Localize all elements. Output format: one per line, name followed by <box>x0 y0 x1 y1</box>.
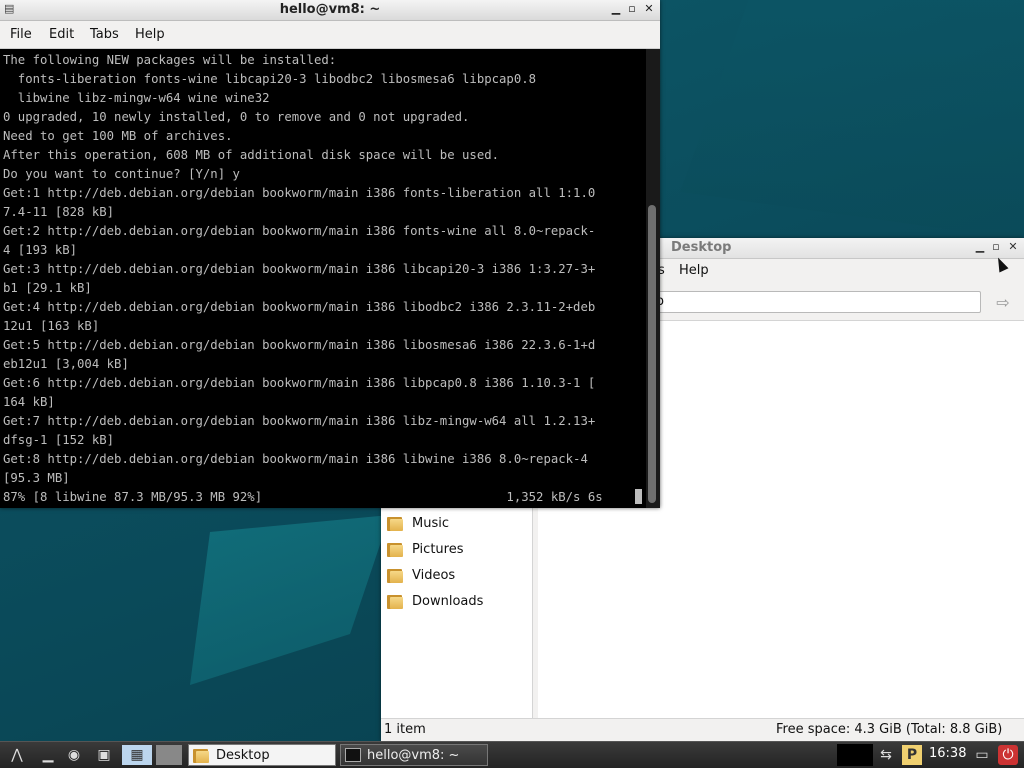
start-menu-icon[interactable]: ⋀ <box>4 745 30 765</box>
scrollbar-thumb[interactable] <box>648 205 656 503</box>
browser-icon[interactable]: ◉ <box>64 745 84 765</box>
terminal-line: Get:1 http://deb.debian.org/debian bookw… <box>3 186 596 200</box>
menu-help[interactable]: Help <box>679 263 709 278</box>
status-item-count: 1 item <box>384 722 426 737</box>
terminal-cursor <box>635 489 642 504</box>
terminal-line: Need to get 100 MB of archives. <box>3 129 233 143</box>
terminal-line: Get:3 http://deb.debian.org/debian bookw… <box>3 262 596 276</box>
minimize-icon[interactable]: ▁ <box>973 240 987 254</box>
menu-edit[interactable]: Edit <box>49 27 74 42</box>
folder-icon <box>387 541 404 557</box>
terminal-output[interactable]: The following NEW packages will be insta… <box>0 49 646 508</box>
terminal-titlebar[interactable]: ▤ hello@vm8: ~ ▁ ▫ ✕ <box>0 0 660 21</box>
menu-tabs[interactable]: Tabs <box>90 27 119 42</box>
sidebar-item-label: Videos <box>412 567 456 583</box>
sidebar-item-downloads[interactable]: Downloads <box>387 590 483 612</box>
tray-area <box>837 744 873 766</box>
close-icon[interactable]: ✕ <box>1006 240 1020 254</box>
terminal-window: ▤ hello@vm8: ~ ▁ ▫ ✕ File Edit Tabs Help… <box>0 0 660 508</box>
terminal-line: 87% [8 libwine 87.3 MB/95.3 MB 92%] 1,35… <box>3 490 603 504</box>
folder-icon <box>193 747 210 763</box>
folder-icon <box>387 567 404 583</box>
task-desktop[interactable]: Desktop <box>188 744 336 766</box>
task-label: hello@vm8: ~ <box>367 747 460 763</box>
task-label: Desktop <box>216 747 270 763</box>
menu-help[interactable]: Help <box>135 27 165 42</box>
terminal-line: 12u1 [163 kB] <box>3 319 100 333</box>
terminal-line: [95.3 MB] <box>3 471 70 485</box>
terminal-line: Get:4 http://deb.debian.org/debian bookw… <box>3 300 596 314</box>
package-updater-icon[interactable]: P <box>902 745 922 765</box>
terminal-line: Get:2 http://deb.debian.org/debian bookw… <box>3 224 596 238</box>
workspace-icon[interactable] <box>156 745 182 765</box>
status-bar: 1 item Free space: 4.3 GiB (Total: 8.8 G… <box>381 718 1024 742</box>
sidebar-item-videos[interactable]: Videos <box>387 564 455 586</box>
terminal-line: eb12u1 [3,004 kB] <box>3 357 129 371</box>
sidebar-item-label: Downloads <box>412 593 484 609</box>
terminal-line: Get:7 http://deb.debian.org/debian bookw… <box>3 414 596 428</box>
file-manager-icon[interactable]: ▣ <box>94 745 114 765</box>
sidebar-item-label: Pictures <box>412 541 464 557</box>
terminal-line: 164 kB] <box>3 395 55 409</box>
taskbar: ⋀ ▁ ◉ ▣ ▦ Desktop hello@vm8: ~ ⇆ P 16:38… <box>0 741 1024 768</box>
terminal-line: fonts-liberation fonts-wine libcapi20-3 … <box>3 72 537 86</box>
terminal-line: Get:6 http://deb.debian.org/debian bookw… <box>3 376 596 390</box>
minimize-icon[interactable]: ▁ <box>609 2 623 16</box>
close-icon[interactable]: ✕ <box>642 2 656 16</box>
wallpaper-shape <box>190 515 390 685</box>
task-terminal[interactable]: hello@vm8: ~ <box>340 744 488 766</box>
terminal-menubar: File Edit Tabs Help <box>0 21 660 49</box>
sidebar-item-label: Music <box>412 515 449 531</box>
status-free-space: Free space: 4.3 GiB (Total: 8.8 GiB) <box>776 722 1003 737</box>
terminal-line: Do you want to continue? [Y/n] y <box>3 167 240 181</box>
terminal-line: 4 [193 kB] <box>3 243 78 257</box>
terminal-line: b1 [29.1 kB] <box>3 281 92 295</box>
wallpaper-shape <box>680 0 1024 240</box>
terminal-line: Get:8 http://deb.debian.org/debian bookw… <box>3 452 588 466</box>
clock[interactable]: 16:38 <box>929 746 966 761</box>
display-icon[interactable]: ▭ <box>972 745 992 765</box>
network-icon[interactable]: ⇆ <box>876 745 896 765</box>
terminal-line: The following NEW packages will be insta… <box>3 53 337 67</box>
power-icon[interactable]: ⏻ <box>998 745 1018 765</box>
folder-icon <box>387 593 404 609</box>
workspace-icon[interactable]: ▦ <box>122 745 152 765</box>
window-title: Desktop <box>671 240 732 255</box>
window-title: hello@vm8: ~ <box>279 2 381 17</box>
terminal-line: libwine libz-mingw-w64 wine wine32 <box>3 91 270 105</box>
maximize-icon[interactable]: ▫ <box>989 240 1003 254</box>
terminal-line: dfsg-1 [152 kB] <box>3 433 115 447</box>
terminal-line: 0 upgraded, 10 newly installed, 0 to rem… <box>3 110 470 124</box>
terminal-line: 7.4-11 [828 kB] <box>3 205 115 219</box>
folder-icon <box>387 515 404 531</box>
sidebar-item-music[interactable]: Music <box>387 512 449 534</box>
minimize-all-icon[interactable]: ▁ <box>38 745 58 765</box>
sidebar-item-pictures[interactable]: Pictures <box>387 538 463 560</box>
go-arrow-icon[interactable]: ⇨ <box>992 293 1014 313</box>
terminal-icon <box>345 748 361 762</box>
terminal-line: Get:5 http://deb.debian.org/debian bookw… <box>3 338 596 352</box>
terminal-line: After this operation, 608 MB of addition… <box>3 148 500 162</box>
menu-file[interactable]: File <box>10 27 32 42</box>
maximize-icon[interactable]: ▫ <box>625 2 639 16</box>
